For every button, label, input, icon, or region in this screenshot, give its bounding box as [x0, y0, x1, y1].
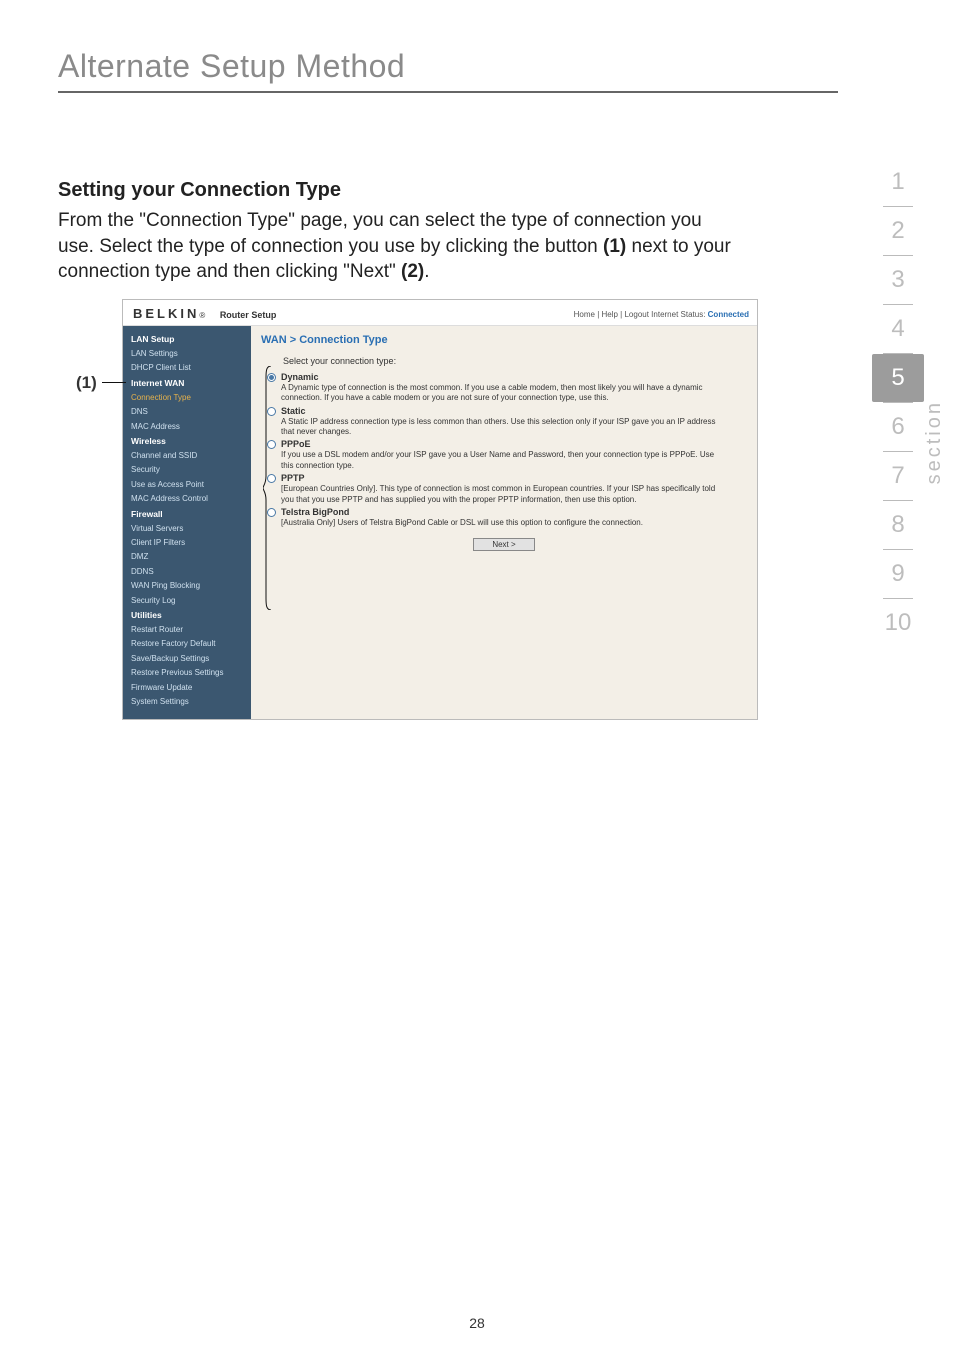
sidebar-item: Internet WAN [123, 376, 251, 391]
sidebar-item: LAN Setup [123, 332, 251, 347]
sidebar-item[interactable]: Virtual Servers [123, 522, 251, 536]
connection-option: PPTP[European Countries Only]. This type… [261, 473, 747, 505]
topbar-left: BELKIN® Router Setup [133, 306, 276, 321]
main-panel-subtitle: Select your connection type: [283, 356, 747, 366]
section-tab-6[interactable]: 6 [872, 403, 924, 451]
sidebar-item[interactable]: Security [123, 463, 251, 477]
option-body: StaticA Static IP address connection typ… [281, 406, 747, 438]
brand-logo: BELKIN® [133, 306, 205, 321]
option-desc: A Dynamic type of connection is the most… [281, 383, 727, 404]
internet-status: Connected [708, 310, 749, 319]
option-title: PPPoE [281, 439, 727, 449]
section-tab-1[interactable]: 1 [872, 158, 924, 206]
ref-1-inline: (1) [603, 236, 626, 257]
screenshot-body: LAN SetupLAN SettingsDHCP Client ListInt… [123, 326, 757, 719]
option-title: Telstra BigPond [281, 507, 727, 517]
sidebar-item: Utilities [123, 608, 251, 623]
page-title: Alternate Setup Method [58, 48, 896, 85]
topbar-links[interactable]: Home | Help | Logout Internet Status: [574, 310, 708, 319]
sidebar-item[interactable]: DMZ [123, 550, 251, 564]
option-body: Telstra BigPond[Australia Only] Users of… [281, 507, 747, 528]
callout-1-leader [102, 382, 126, 383]
section-heading: Setting your Connection Type [58, 179, 896, 202]
sidebar-item[interactable]: System Settings [123, 695, 251, 709]
sidebar-item[interactable]: Restore Factory Default [123, 637, 251, 651]
sidebar-item[interactable]: DNS [123, 405, 251, 419]
sidebar-item[interactable]: LAN Settings [123, 347, 251, 361]
sidebar-item[interactable]: Firmware Update [123, 681, 251, 695]
sidebar-item[interactable]: Use as Access Point [123, 478, 251, 492]
option-body: PPPoEIf you use a DSL modem and/or your … [281, 439, 747, 471]
connection-option: StaticA Static IP address connection typ… [261, 406, 747, 438]
title-rule [58, 91, 838, 93]
connection-type-options: DynamicA Dynamic type of connection is t… [261, 372, 747, 529]
option-title: PPTP [281, 473, 727, 483]
sidebar-item[interactable]: Channel and SSID [123, 449, 251, 463]
section-tab-2[interactable]: 2 [872, 207, 924, 255]
section-tab-10[interactable]: 10 [872, 599, 924, 647]
sidebar-item[interactable]: Restart Router [123, 623, 251, 637]
option-body: PPTP[European Countries Only]. This type… [281, 473, 747, 505]
router-screenshot: BELKIN® Router Setup Home | Help | Logou… [122, 299, 758, 720]
option-desc: A Static IP address connection type is l… [281, 417, 727, 438]
section-tabs: 12345678910 [872, 158, 924, 647]
option-title: Static [281, 406, 727, 416]
connection-option: DynamicA Dynamic type of connection is t… [261, 372, 747, 404]
main-panel: WAN > Connection Type Select your connec… [251, 326, 757, 719]
options-brace-icon [263, 366, 273, 610]
section-tab-4[interactable]: 4 [872, 305, 924, 353]
sidebar-item[interactable]: DHCP Client List [123, 361, 251, 375]
section-tab-7[interactable]: 7 [872, 452, 924, 500]
intro-paragraph: From the "Connection Type" page, you can… [58, 208, 738, 285]
sidebar-item[interactable]: MAC Address [123, 420, 251, 434]
screenshot-wrapper: (1) (2) BELKIN® Router Setup Home | Help… [122, 299, 896, 720]
topbar-title: Router Setup [208, 310, 277, 320]
sidebar-item[interactable]: Security Log [123, 594, 251, 608]
ref-2-inline: (2) [401, 261, 424, 282]
option-desc: [European Countries Only]. This type of … [281, 484, 727, 505]
option-body: DynamicA Dynamic type of connection is t… [281, 372, 747, 404]
screenshot-topbar: BELKIN® Router Setup Home | Help | Logou… [123, 300, 757, 326]
topbar-right: Home | Help | Logout Internet Status: Co… [574, 310, 749, 321]
sidebar-item[interactable]: MAC Address Control [123, 492, 251, 506]
page-number: 28 [0, 1315, 954, 1331]
connection-option: Telstra BigPond[Australia Only] Users of… [261, 507, 747, 528]
document-page: Alternate Setup Method Setting your Conn… [0, 0, 954, 1363]
option-desc: [Australia Only] Users of Telstra BigPon… [281, 518, 727, 528]
callout-1: (1) [76, 373, 97, 393]
next-button[interactable]: Next > [473, 538, 534, 551]
sidebar-item[interactable]: Client IP Filters [123, 536, 251, 550]
sidebar-item[interactable]: DDNS [123, 565, 251, 579]
section-tab-5[interactable]: 5 [872, 354, 924, 402]
connection-option: PPPoEIf you use a DSL modem and/or your … [261, 439, 747, 471]
sidebar-item[interactable]: WAN Ping Blocking [123, 579, 251, 593]
sidebar-item[interactable]: Connection Type [123, 391, 251, 405]
next-button-row: Next > [261, 538, 747, 551]
main-panel-title: WAN > Connection Type [261, 334, 747, 346]
sidebar-nav: LAN SetupLAN SettingsDHCP Client ListInt… [123, 326, 251, 719]
sidebar-item: Wireless [123, 434, 251, 449]
sidebar-item[interactable]: Restore Previous Settings [123, 666, 251, 680]
option-title: Dynamic [281, 372, 727, 382]
option-desc: If you use a DSL modem and/or your ISP g… [281, 450, 727, 471]
sidebar-item[interactable]: Save/Backup Settings [123, 652, 251, 666]
sidebar-item: Firewall [123, 507, 251, 522]
para-period: . [424, 261, 429, 282]
section-tab-9[interactable]: 9 [872, 550, 924, 598]
section-tab-3[interactable]: 3 [872, 256, 924, 304]
section-tab-8[interactable]: 8 [872, 501, 924, 549]
side-label: section [923, 400, 946, 484]
